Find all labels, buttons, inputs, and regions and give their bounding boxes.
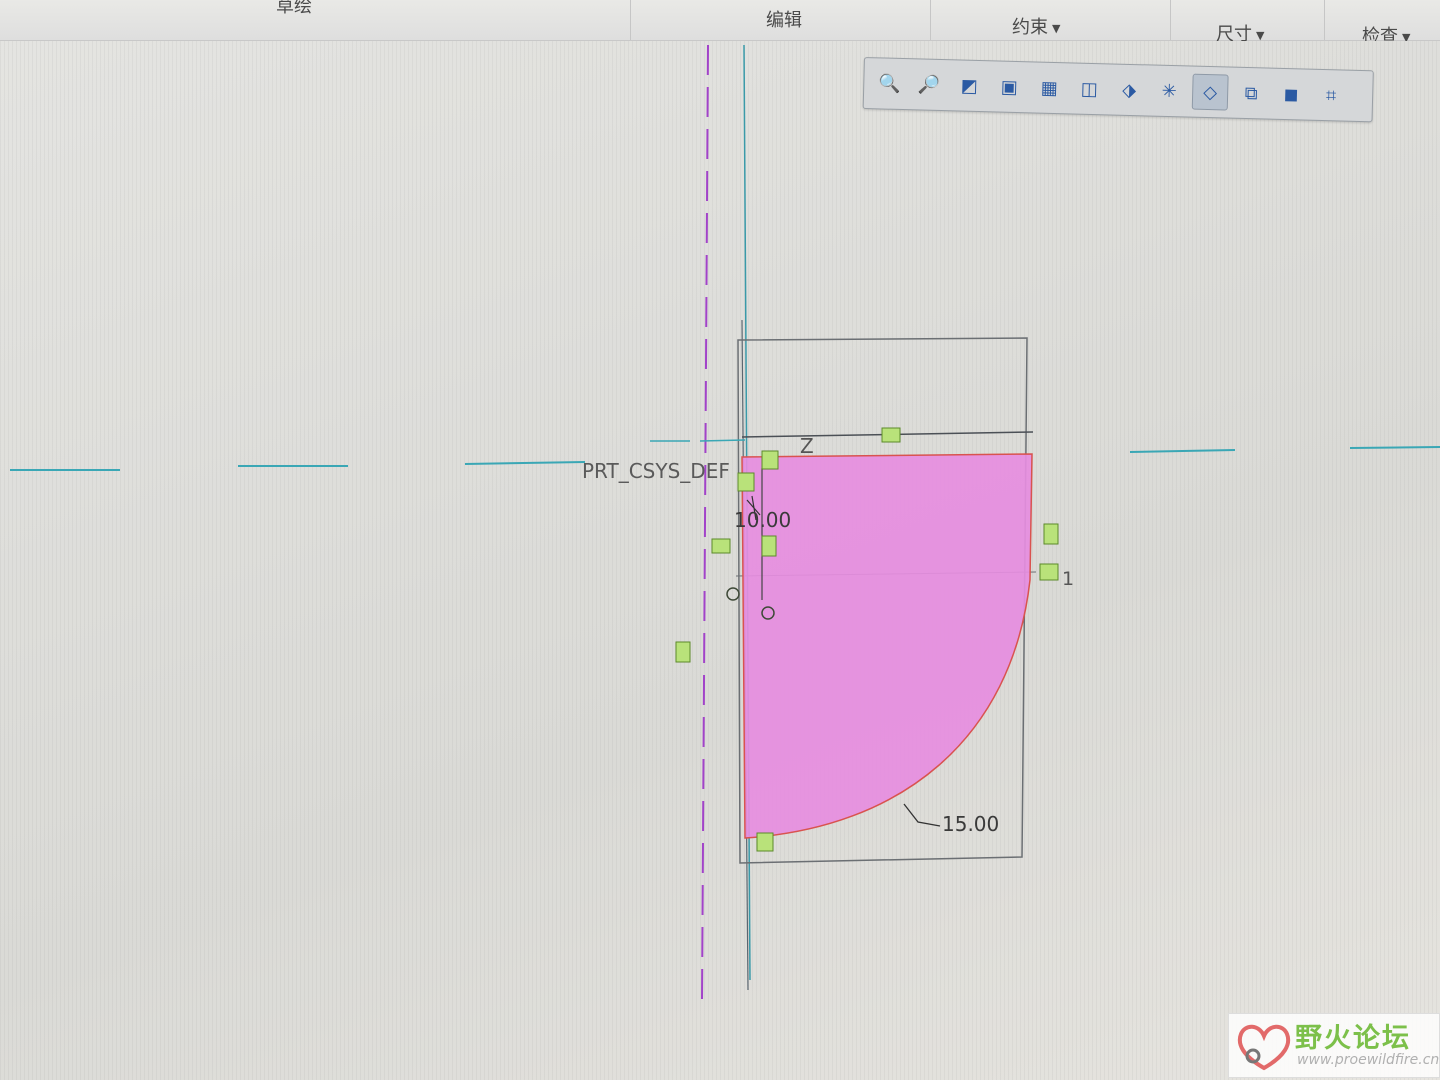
- axis-label: Z: [800, 434, 814, 458]
- dimension-radius-small[interactable]: 10.00: [734, 508, 791, 532]
- sketcher-display-icon[interactable]: ◇: [1191, 73, 1229, 111]
- saved-views-icon[interactable]: ◫: [1072, 71, 1107, 106]
- csys-label: PRT_CSYS_DEF: [582, 459, 730, 483]
- ribbon-divider: [930, 0, 931, 40]
- repaint-icon[interactable]: ▣: [992, 69, 1027, 104]
- refit-icon[interactable]: ◩: [952, 68, 987, 103]
- ribbon-divider: [630, 0, 631, 40]
- orient-icon[interactable]: ⧉: [1234, 76, 1269, 111]
- sketch-canvas[interactable]: PRT_CSYS_DEF Z 10.00 15.00 1: [0, 41, 1440, 1080]
- watermark-logo: 野火论坛 www.proewildfire.cn: [1228, 1013, 1440, 1078]
- tab-edit[interactable]: 编辑: [766, 6, 802, 32]
- watermark-url: www.proewildfire.cn: [1297, 1052, 1440, 1068]
- dimension-radius-large[interactable]: 15.00: [942, 812, 999, 836]
- shaded-icon[interactable]: ◼: [1274, 77, 1309, 112]
- centerline: [701, 44, 709, 1001]
- sketch-view-icon[interactable]: ⬗: [1112, 73, 1147, 108]
- tab-sketch[interactable]: 草绘: [276, 0, 312, 18]
- chevron-down-icon: ▼: [1256, 28, 1265, 42]
- dimension-display-icon[interactable]: ⌗: [1314, 78, 1349, 113]
- chevron-down-icon: ▼: [1052, 21, 1061, 35]
- sketch-graphics: [10, 44, 1440, 1001]
- datum-display-icon[interactable]: ✳: [1152, 74, 1187, 109]
- ribbon-divider: [1170, 0, 1171, 40]
- display-style-icon[interactable]: ▦: [1032, 70, 1067, 105]
- zoom-out-icon[interactable]: 🔎: [912, 67, 947, 102]
- tab-constrain[interactable]: 约束 ▼: [1012, 13, 1060, 39]
- dimension-leader-top: [650, 439, 746, 442]
- equal-constraint-index: 1: [1062, 568, 1075, 590]
- watermark-name: 野火论坛: [1295, 1023, 1411, 1054]
- ribbon: 草绘 编辑 约束 ▼ 尺寸 ▼ 检查 ▼: [0, 0, 1440, 47]
- watermark-heart-icon: [1237, 1024, 1291, 1071]
- zoom-in-icon[interactable]: 🔍: [872, 66, 907, 101]
- dimension-leader: [903, 803, 941, 827]
- ribbon-divider: [1324, 0, 1325, 40]
- tab-constrain-label: 约束: [1012, 17, 1048, 38]
